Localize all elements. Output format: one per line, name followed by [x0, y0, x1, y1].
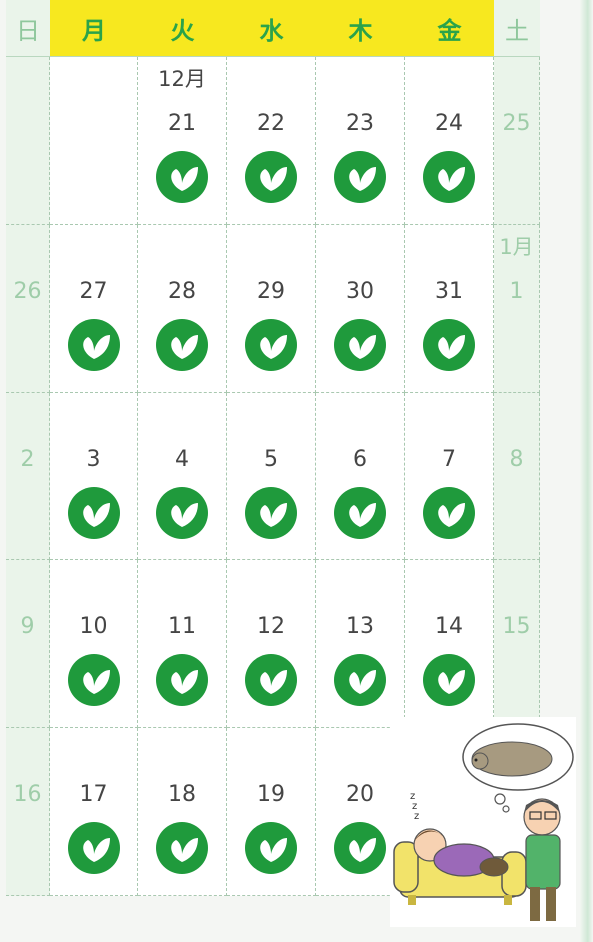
calendar-day-cell[interactable]: 1月 1 — [494, 224, 540, 393]
day-number: 5 — [264, 446, 278, 472]
calendar-day-cell[interactable]: 12月 21 — [138, 57, 227, 225]
day-number: 4 — [175, 446, 189, 472]
calendar-day-cell[interactable]: 30 — [316, 224, 405, 393]
weekday-header-6: 土 — [494, 0, 540, 57]
day-number: 12 — [257, 614, 285, 640]
calendar-day-cell — [50, 57, 138, 225]
green-circle-leaf-icon — [67, 486, 120, 539]
weekday-header-0: 日 — [6, 0, 50, 57]
green-circle-leaf-icon — [245, 318, 297, 371]
weekday-header-1: 月 — [50, 0, 138, 57]
day-number: 13 — [346, 614, 374, 640]
calendar-day-cell[interactable]: 3 — [50, 392, 138, 561]
day-number: 26 — [13, 278, 42, 304]
calendar-day-cell[interactable]: 17 — [50, 728, 138, 896]
day-number: 14 — [435, 614, 463, 640]
green-circle-leaf-icon — [334, 822, 386, 875]
green-circle-leaf-icon — [156, 318, 208, 371]
green-circle-leaf-icon — [156, 654, 208, 707]
green-circle-leaf-icon — [334, 318, 386, 371]
calendar-day-cell[interactable]: 12 — [227, 560, 316, 729]
day-number: 9 — [20, 614, 35, 640]
day-number: 7 — [442, 446, 456, 472]
calendar-day-cell[interactable]: 5 — [227, 392, 316, 561]
green-circle-leaf-icon — [245, 654, 297, 707]
weekday-header-3: 水 — [227, 0, 316, 57]
day-number: 28 — [168, 278, 196, 304]
month-label: 12月 — [158, 67, 206, 91]
green-circle-leaf-icon — [334, 654, 386, 707]
day-number: 16 — [13, 782, 42, 808]
green-circle-leaf-icon — [67, 318, 120, 371]
green-circle-leaf-icon — [156, 151, 208, 203]
calendar-day-cell[interactable]: 18 — [138, 728, 227, 896]
calendar-day-cell[interactable]: 9 — [6, 560, 50, 729]
day-number: 2 — [20, 446, 35, 472]
day-number: 11 — [168, 614, 196, 640]
calendar-day-cell[interactable]: 4 — [138, 392, 227, 561]
month-label: 1月 — [499, 234, 534, 259]
day-number: 19 — [257, 782, 285, 808]
calendar-day-cell[interactable]: 10 — [50, 560, 138, 729]
weekday-header-4: 木 — [316, 0, 405, 57]
calendar-day-cell[interactable]: 11 — [138, 560, 227, 729]
decorative-stripe — [580, 0, 593, 942]
calendar-day-cell[interactable]: 24 — [405, 57, 494, 225]
calendar-day-cell[interactable]: 27 — [50, 224, 138, 393]
day-number: 30 — [346, 278, 374, 304]
calendar-day-cell[interactable]: 28 — [138, 224, 227, 393]
green-circle-leaf-icon — [156, 822, 208, 875]
green-circle-leaf-icon — [423, 654, 475, 707]
day-number: 8 — [509, 446, 524, 472]
svg-text:z: z — [414, 811, 419, 822]
thought-bubble — [462, 723, 574, 813]
calendar-day-cell[interactable]: 29 — [227, 224, 316, 393]
weekday-header-5: 金 — [405, 0, 494, 57]
calendar-day-cell[interactable]: 25 — [494, 57, 540, 225]
day-number: 3 — [86, 446, 101, 472]
green-circle-leaf-icon — [334, 151, 386, 203]
standing-man — [523, 798, 561, 921]
green-circle-leaf-icon — [245, 151, 297, 203]
sleeping-on-sofa-illustration: z z z — [390, 717, 576, 927]
calendar-day-cell[interactable]: 22 — [227, 57, 316, 225]
day-number: 10 — [79, 614, 108, 640]
calendar-day-cell[interactable]: 19 — [227, 728, 316, 896]
day-number: 23 — [346, 111, 374, 136]
weekday-header-2: 火 — [138, 0, 227, 57]
day-number: 6 — [353, 446, 367, 472]
calendar-day-cell[interactable]: 15 — [494, 560, 540, 729]
green-circle-leaf-icon — [67, 822, 120, 875]
green-circle-leaf-icon — [423, 318, 475, 371]
day-number: 31 — [435, 278, 463, 304]
day-number: 17 — [79, 782, 108, 808]
day-number: 1 — [509, 278, 524, 304]
calendar-day-cell — [6, 57, 50, 225]
day-number: 29 — [257, 278, 285, 304]
calendar-day-cell[interactable]: 26 — [6, 224, 50, 393]
calendar-day-cell[interactable]: 6 — [316, 392, 405, 561]
calendar-day-cell[interactable]: 14 — [405, 560, 494, 729]
calendar-day-cell[interactable]: 7 — [405, 392, 494, 561]
green-circle-leaf-icon — [423, 151, 475, 203]
day-number: 25 — [502, 111, 531, 136]
day-number: 15 — [502, 614, 531, 640]
day-number: 22 — [257, 111, 285, 136]
calendar-day-cell[interactable]: 31 — [405, 224, 494, 393]
green-circle-leaf-icon — [67, 654, 120, 707]
green-circle-leaf-icon — [423, 486, 475, 539]
green-circle-leaf-icon — [156, 486, 208, 539]
day-number: 27 — [79, 278, 108, 304]
calendar-day-cell[interactable]: 16 — [6, 728, 50, 896]
green-circle-leaf-icon — [334, 486, 386, 539]
calendar-day-cell[interactable]: 2 — [6, 392, 50, 561]
green-circle-leaf-icon — [245, 486, 297, 539]
calendar-day-cell[interactable]: 23 — [316, 57, 405, 225]
day-number: 24 — [435, 111, 463, 136]
calendar-day-cell[interactable]: 13 — [316, 560, 405, 729]
day-number: 18 — [168, 782, 196, 808]
day-number: 21 — [168, 111, 196, 136]
green-circle-leaf-icon — [245, 822, 297, 875]
calendar-day-cell[interactable]: 8 — [494, 392, 540, 561]
